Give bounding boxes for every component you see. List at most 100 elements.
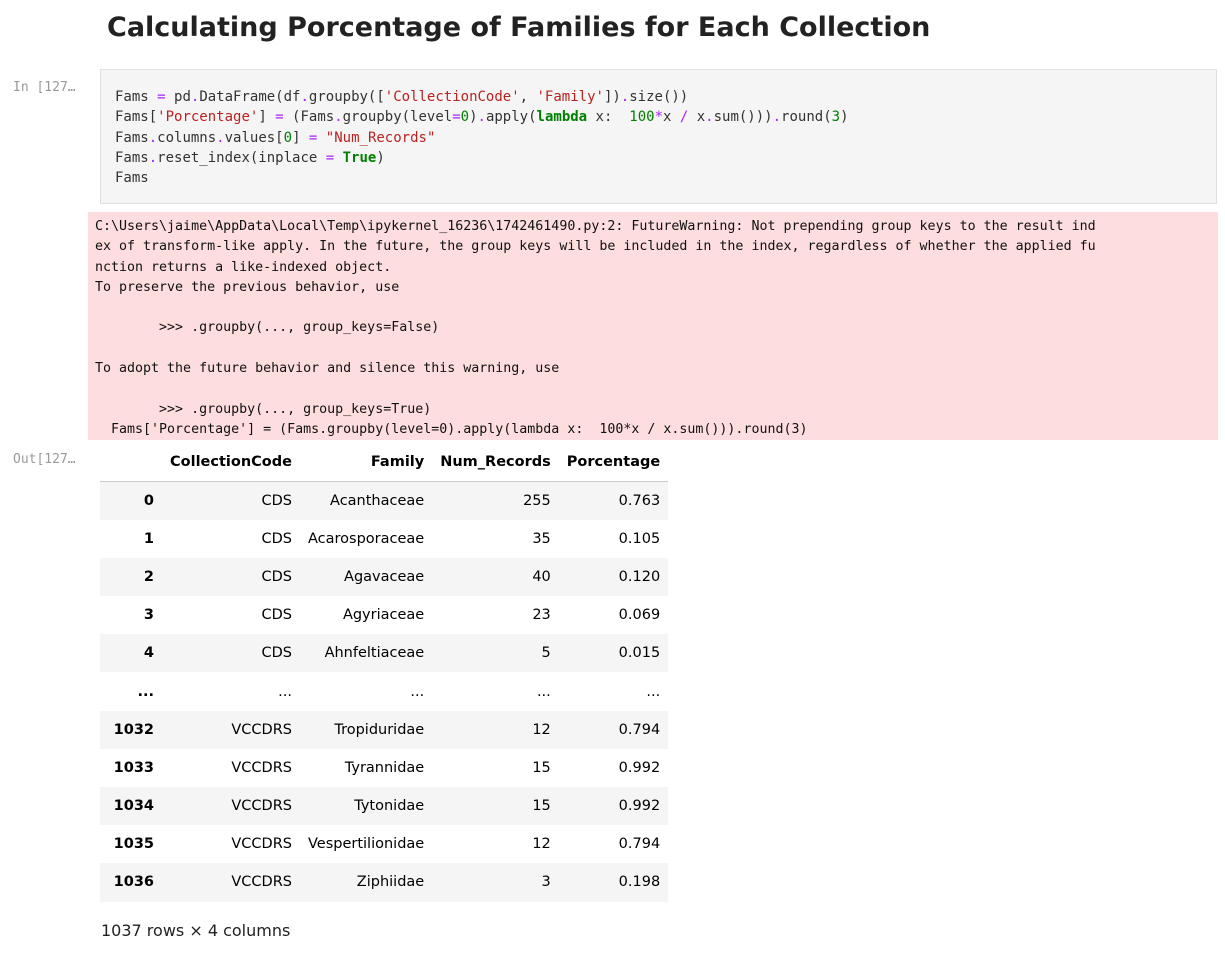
code-token: = (275, 109, 284, 126)
table-row: 1035 VCCDRS Vespertilionidae 12 0.794 (100, 825, 669, 864)
code-token: x (688, 109, 706, 126)
row-index: 3 (143, 607, 154, 624)
code-token: Fams (115, 170, 149, 187)
cell-porcentage: 0.992 (618, 798, 661, 815)
stderr-line: Fams['Porcentage'] = (Fams.groupby(level… (95, 421, 808, 437)
code-line: Fams.reset_index(inplace = True) (115, 148, 1216, 168)
code-token: Fams (115, 89, 149, 105)
cell-porcentage: 0.763 (618, 492, 661, 509)
code-token: ) (469, 109, 478, 126)
markdown-heading: Calculating Porcentage of Families for E… (107, 12, 931, 43)
table-row: 1032 VCCDRS Tropiduridae 12 0.794 (100, 710, 669, 749)
code-cell-input[interactable]: Fams = pd.DataFrame(df.groupby(['Collect… (100, 69, 1217, 204)
code-token: columns (157, 129, 217, 146)
cell-collectioncode: CDS (261, 492, 292, 509)
input-prompt: In [127… (13, 80, 76, 95)
cell-porcentage: 0.198 (618, 874, 661, 891)
cell-collectioncode: VCCDRS (231, 721, 292, 738)
code-token: lambda (536, 109, 588, 126)
row-index: 1035 (113, 836, 154, 853)
cell-family: Ahnfeltiaceae (324, 645, 425, 662)
stderr-line: nction returns a like-indexed object. (95, 259, 392, 275)
code-token: . (148, 129, 158, 146)
cell-family: Vespertilionidae (307, 836, 425, 853)
row-index: 1033 (113, 759, 154, 776)
cell-num-records: 40 (532, 568, 551, 585)
cell-num-records: 3 (541, 874, 551, 891)
table-header-row: CollectionCode Family Num_Records Porcen… (100, 443, 669, 482)
table-row: 3 CDS Agyriaceae 23 0.069 (100, 596, 669, 635)
code-token: . (148, 149, 158, 166)
code-token: ] (292, 129, 309, 146)
code-token: x: (587, 109, 630, 126)
code-token: . (334, 109, 343, 126)
code-token: = (452, 109, 461, 126)
cell-collectioncode: CDS (261, 607, 292, 624)
column-header-family: Family (299, 443, 433, 482)
stderr-line (95, 298, 1218, 318)
row-index: 1032 (113, 721, 154, 738)
dataframe-table: CollectionCode Family Num_Records Porcen… (100, 443, 669, 902)
code-token: 'CollectionCode' (384, 89, 520, 105)
code-token: True (342, 149, 377, 166)
row-index: 0 (143, 492, 154, 509)
cell-porcentage: 0.015 (618, 645, 661, 662)
cell-num-records: 15 (532, 798, 551, 815)
cell-num-records: ... (536, 683, 551, 700)
code-token: ] (258, 109, 276, 126)
stderr-line: To preserve the previous behavior, use (95, 279, 400, 295)
column-header-num-records: Num_Records (432, 443, 559, 482)
cell-num-records: 12 (532, 721, 551, 738)
code-line: Fams = pd.DataFrame(df.groupby(['Collect… (115, 87, 1216, 107)
column-header-collectioncode: CollectionCode (162, 443, 300, 482)
cell-family: Tropiduridae (334, 721, 425, 738)
code-token: 'Porcentage' (157, 109, 259, 126)
cell-porcentage: 0.120 (618, 568, 661, 585)
code-token: . (300, 89, 309, 105)
table-row-ellipsis: ... ... ... ... ... (100, 672, 669, 711)
row-index: ... (137, 683, 154, 700)
stderr-line: >>> .groupby(..., group_keys=False) (95, 320, 440, 336)
cell-num-records: 35 (532, 530, 551, 547)
column-header-index (100, 443, 162, 482)
code-token: "Num_Records" (325, 129, 436, 146)
cell-collectioncode: VCCDRS (231, 874, 292, 891)
cell-family: Acanthaceae (330, 492, 425, 509)
row-index: 2 (143, 568, 154, 585)
table-row: 2 CDS Agavaceae 40 0.120 (100, 557, 669, 597)
table-row: 1034 VCCDRS Tytonidae 15 0.992 (100, 787, 669, 826)
code-token: = (325, 149, 335, 166)
cell-collectioncode: CDS (261, 645, 292, 662)
cell-family: Agavaceae (344, 568, 425, 585)
table-row: 1033 VCCDRS Tyrannidae 15 0.992 (100, 748, 669, 787)
cell-num-records: 5 (541, 645, 551, 662)
stderr-line (95, 339, 1218, 359)
code-token: . (477, 109, 486, 126)
stderr-line: >>> .groupby(..., group_keys=True) (95, 401, 432, 417)
stderr-line: C:\Users\jaime\AppData\Local\Temp\ipyker… (95, 219, 1096, 234)
cell-collectioncode: ... (278, 683, 292, 700)
code-token: (Fams (283, 109, 335, 126)
code-token: , (519, 89, 537, 105)
code-token: * (654, 109, 663, 126)
code-token: 0 (460, 109, 470, 126)
stderr-output: C:\Users\jaime\AppData\Local\Temp\ipyker… (88, 212, 1218, 440)
cell-collectioncode: VCCDRS (231, 836, 292, 853)
code-token: 'Family' (536, 89, 604, 105)
code-token: groupby(level (342, 109, 453, 126)
code-token: 3 (831, 109, 841, 126)
row-index: 1 (143, 530, 154, 547)
cell-family: Ziphiidae (356, 874, 425, 891)
code-token: 100 (629, 109, 655, 126)
table-row: 0 CDS Acanthaceae 255 0.763 (100, 481, 669, 520)
code-token: reset_index(inplace (157, 149, 326, 166)
code-token: = (157, 89, 166, 105)
row-index: 1036 (113, 874, 154, 891)
code-token: . (705, 109, 714, 126)
cell-porcentage: 0.794 (618, 721, 661, 738)
cell-num-records: 12 (532, 836, 551, 853)
code-token: Fams[ (115, 109, 158, 126)
code-line: Fams (115, 168, 1216, 188)
